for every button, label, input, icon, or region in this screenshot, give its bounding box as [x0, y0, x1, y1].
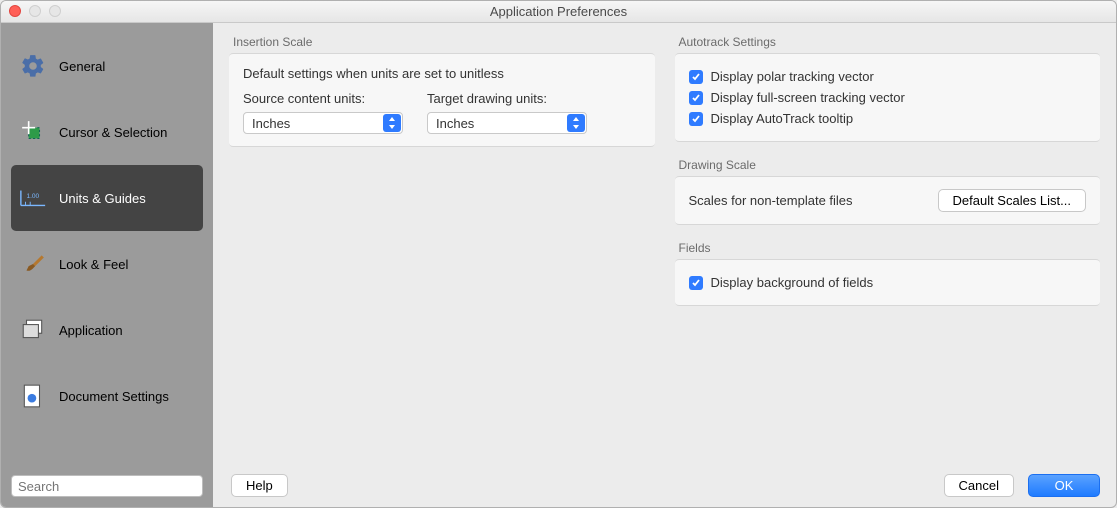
- target-units-select[interactable]: Inches: [427, 112, 587, 134]
- sidebar-item-label: Document Settings: [59, 389, 169, 404]
- checkbox-polar-tracking[interactable]: Display polar tracking vector: [689, 66, 1087, 87]
- svg-text:1.00: 1.00: [26, 193, 39, 200]
- brush-icon: [19, 250, 47, 278]
- cursor-icon: [19, 118, 47, 146]
- checkbox-label: Display AutoTrack tooltip: [711, 111, 854, 126]
- checkbox-label: Display polar tracking vector: [711, 69, 874, 84]
- ok-button[interactable]: OK: [1028, 474, 1100, 497]
- check-icon: [689, 91, 703, 105]
- group-insertion-scale: Insertion Scale Default settings when un…: [229, 35, 655, 147]
- target-units-value: Inches: [436, 116, 474, 131]
- windows-icon: [19, 316, 47, 344]
- group-fields: Fields Display background of fields: [675, 241, 1101, 306]
- content-area: Insertion Scale Default settings when un…: [213, 23, 1116, 507]
- sidebar-item-general[interactable]: General: [11, 33, 203, 99]
- source-units-select[interactable]: Inches: [243, 112, 403, 134]
- checkbox-fullscreen-tracking[interactable]: Display full-screen tracking vector: [689, 87, 1087, 108]
- chevron-updown-icon: [383, 114, 401, 132]
- group-title: Autotrack Settings: [675, 35, 1101, 49]
- window-title: Application Preferences: [490, 4, 627, 19]
- zoom-icon: [49, 5, 61, 17]
- sidebar-item-label: Units & Guides: [59, 191, 146, 206]
- help-button[interactable]: Help: [231, 474, 288, 497]
- preferences-window: Application Preferences General Cursor &…: [0, 0, 1117, 508]
- check-icon: [689, 276, 703, 290]
- cancel-button[interactable]: Cancel: [944, 474, 1014, 497]
- drawing-scale-label: Scales for non-template files: [689, 193, 853, 208]
- titlebar: Application Preferences: [1, 1, 1116, 23]
- group-title: Insertion Scale: [229, 35, 655, 49]
- checkbox-label: Display background of fields: [711, 275, 874, 290]
- gear-icon: [19, 52, 47, 80]
- check-icon: [689, 70, 703, 84]
- sidebar-search: [11, 475, 203, 497]
- group-title: Drawing Scale: [675, 158, 1101, 172]
- ruler-icon: 1.00: [19, 184, 47, 212]
- sidebar-item-label: Cursor & Selection: [59, 125, 167, 140]
- minimize-icon: [29, 5, 41, 17]
- sidebar-item-label: General: [59, 59, 105, 74]
- sidebar-item-label: Look & Feel: [59, 257, 128, 272]
- document-icon: [19, 382, 47, 410]
- search-input[interactable]: [11, 475, 203, 497]
- check-icon: [689, 112, 703, 126]
- chevron-updown-icon: [567, 114, 585, 132]
- footer: Help Cancel OK: [213, 463, 1116, 507]
- sidebar-item-application[interactable]: Application: [11, 297, 203, 363]
- sidebar-item-label: Application: [59, 323, 123, 338]
- sidebar-item-units[interactable]: 1.00 Units & Guides: [11, 165, 203, 231]
- insertion-desc: Default settings when units are set to u…: [243, 66, 641, 81]
- source-units-label: Source content units:: [243, 91, 403, 106]
- traffic-lights: [9, 5, 61, 17]
- group-title: Fields: [675, 241, 1101, 255]
- group-autotrack: Autotrack Settings Display polar trackin…: [675, 35, 1101, 142]
- checkbox-label: Display full-screen tracking vector: [711, 90, 905, 105]
- close-icon[interactable]: [9, 5, 21, 17]
- sidebar-item-document[interactable]: Document Settings: [11, 363, 203, 429]
- source-units-value: Inches: [252, 116, 290, 131]
- sidebar-item-look[interactable]: Look & Feel: [11, 231, 203, 297]
- default-scales-button[interactable]: Default Scales List...: [938, 189, 1087, 212]
- group-drawing-scale: Drawing Scale Scales for non-template fi…: [675, 158, 1101, 225]
- checkbox-field-background[interactable]: Display background of fields: [689, 272, 1087, 293]
- target-units-label: Target drawing units:: [427, 91, 587, 106]
- sidebar-item-cursor[interactable]: Cursor & Selection: [11, 99, 203, 165]
- sidebar: General Cursor & Selection 1.00 Units & …: [1, 23, 213, 507]
- checkbox-autotrack-tooltip[interactable]: Display AutoTrack tooltip: [689, 108, 1087, 129]
